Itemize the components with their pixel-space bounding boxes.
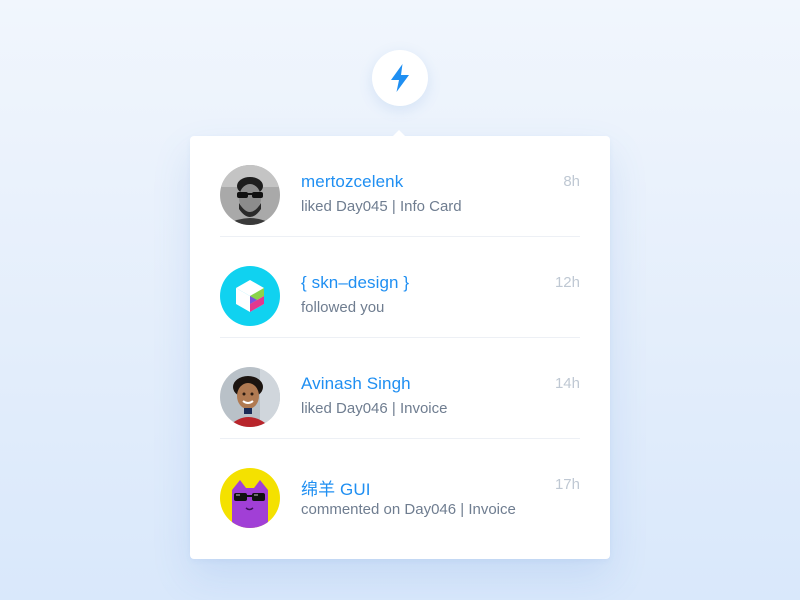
notification-timestamp: 12h — [554, 274, 580, 291]
smiling-man-avatar — [220, 367, 280, 427]
notification-item[interactable]: 绵羊 GUI commented on Day046 | Invoice 17h — [220, 439, 580, 539]
avatar[interactable] — [220, 468, 280, 528]
notification-user-name[interactable]: 绵羊 GUI — [301, 475, 371, 500]
avatar[interactable] — [220, 266, 280, 326]
notification-item[interactable]: Avinash Singh liked Day046 | Invoice 14h — [220, 338, 580, 439]
notification-action-text: liked Day045 | Info Card — [301, 198, 462, 215]
purple-cat-sunglasses-avatar — [220, 468, 280, 528]
notification-action-text: followed you — [301, 299, 385, 316]
notification-user-name[interactable]: { skn–design } — [301, 273, 409, 293]
notification-item[interactable]: { skn–design } followed you 12h — [220, 237, 580, 338]
avatar[interactable] — [220, 367, 280, 427]
cube-logo-avatar — [220, 266, 280, 326]
notifications-button[interactable] — [372, 50, 428, 106]
avatar[interactable] — [220, 165, 280, 225]
notification-timestamp: 8h — [563, 173, 580, 190]
notification-user-name[interactable]: Avinash Singh — [301, 374, 411, 394]
notification-list: mertozcelenk liked Day045 | Info Card 8h… — [190, 136, 610, 539]
bearded-man-sunglasses-avatar — [220, 165, 280, 225]
notification-action-text: commented on Day046 | Invoice — [301, 501, 516, 518]
notification-user-name[interactable]: mertozcelenk — [301, 172, 403, 192]
notification-timestamp: 17h — [554, 476, 580, 493]
notification-action-text: liked Day046 | Invoice — [301, 400, 448, 417]
notifications-panel: mertozcelenk liked Day045 | Info Card 8h… — [190, 130, 610, 559]
notification-timestamp: 14h — [554, 375, 580, 392]
notification-item[interactable]: mertozcelenk liked Day045 | Info Card 8h — [220, 136, 580, 237]
lightning-bolt-icon — [391, 64, 409, 92]
